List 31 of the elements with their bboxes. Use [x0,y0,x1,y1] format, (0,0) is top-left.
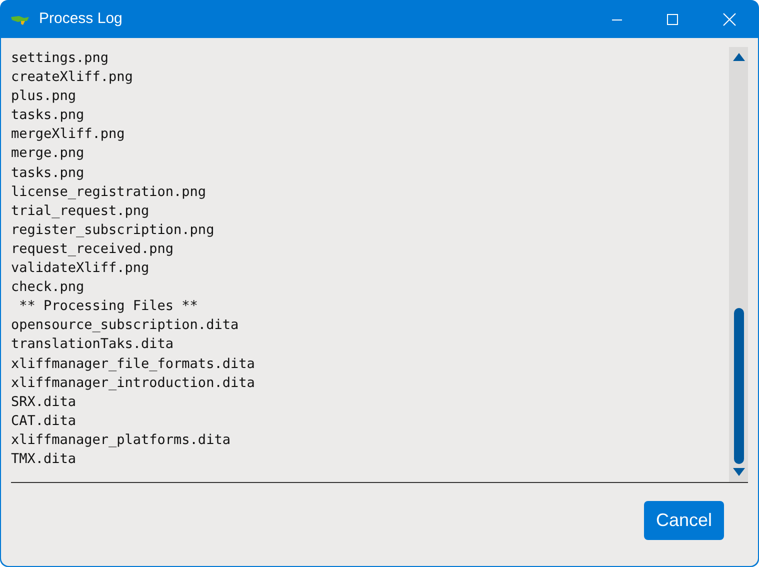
window-title: Process Log [39,9,122,30]
log-line: request_received.png [11,240,174,259]
minimize-icon[interactable] [612,18,622,20]
log-line: ** Processing Files ** [18,297,198,316]
log-line: mergeXliff.png [11,125,125,144]
log-line: translationTaks.dita [11,335,174,354]
cancel-button[interactable]: Cancel [644,501,724,540]
log-line: xliffmanager_file_formats.dita [11,354,255,374]
log-line: xliffmanager_platforms.dita [11,430,230,450]
log-line: validateXliff.png [11,259,150,278]
close-icon[interactable] [723,13,736,26]
maximize-icon[interactable] [667,14,678,25]
scroll-up-icon[interactable] [732,53,744,61]
log-line: plus.png [11,87,76,106]
scroll-down-icon[interactable] [732,468,744,476]
log-line: check.png [11,278,84,298]
log-line: trial_request.png [11,202,150,221]
log-line: tasks.png [11,164,84,183]
log-line: register_subscription.png [11,220,214,240]
scroll-thumb[interactable] [734,308,744,464]
log-line: createXliff.png [11,68,133,88]
log-line: SRX.dita [11,392,76,412]
scrollbar[interactable] [729,47,748,482]
log-line: CAT.dita [11,412,76,431]
log-line: settings.png [11,49,109,68]
log-line: xliffmanager_introduction.dita [11,374,255,393]
log-line: merge.png [11,144,84,164]
log-line: opensource_subscription.dita [11,316,239,336]
log-line: license_registration.png [11,182,206,202]
log-line: tasks.png [11,106,84,126]
log-line: TMX.dita [11,450,76,469]
